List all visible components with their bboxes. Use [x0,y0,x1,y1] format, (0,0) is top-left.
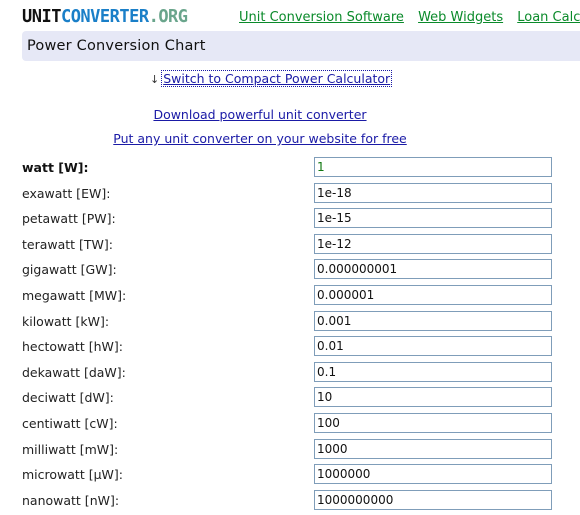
unit-label: milliwatt [mW]: [22,441,119,457]
unit-value-input[interactable] [314,412,552,433]
unit-row: exawatt [EW]: [0,182,580,209]
logo-converter: CONVERTER [60,6,149,28]
unit-value-input[interactable] [314,208,552,229]
unit-row: microwatt [µW]: [0,464,580,490]
unit-value-input[interactable] [314,438,552,459]
unit-value-input[interactable] [314,489,552,510]
unit-value-input[interactable] [314,387,552,408]
unit-label: watt [W]: [22,160,89,175]
unit-value-input[interactable] [314,310,552,331]
unit-value-input[interactable] [314,336,552,357]
logo-org: .ORG [148,6,188,28]
unit-row: terawatt [TW]: [0,233,580,260]
unit-row: milliwatt [mW]: [0,438,580,465]
top-nav: Unit Conversion Software Web Widgets Loa… [239,10,580,25]
unit-row: megawatt [MW]: [0,284,580,311]
down-arrow-icon: ↓ [150,73,160,86]
unit-label: nanowatt [nW]: [22,492,120,508]
unit-row: nanowatt [nW]: [0,489,580,515]
title-band: Power Conversion Chart [22,31,580,61]
download-link-row: Download powerful unit converter [0,107,520,122]
unit-row: dekawatt [daW]: [0,361,580,388]
unit-value-input[interactable] [314,284,552,305]
unit-label: terawatt [TW]: [22,236,114,252]
unit-label: megawatt [MW]: [22,287,127,303]
unit-label: hectowatt [hW]: [22,339,123,355]
site-logo[interactable]: UNITCONVERTER.ORG [22,8,188,27]
unit-label: centiwatt [cW]: [22,415,118,431]
unit-row: deciwatt [dW]: [0,387,580,413]
unit-label: deciwatt [dW]: [22,390,114,406]
unit-value-input[interactable] [314,182,552,203]
unit-label: gigawatt [GW]: [22,262,117,278]
unit-row: petawatt [PW]: [0,208,580,234]
page-title: Power Conversion Chart [27,38,206,54]
switch-calculator-row: ↓ Switch to Compact Power Calculator [150,70,393,87]
unit-row: gigawatt [GW]: [0,259,580,285]
switch-compact-calculator-link[interactable]: Switch to Compact Power Calculator [161,70,393,87]
unit-row: hectowatt [hW]: [0,336,580,362]
unit-label: exawatt [EW]: [22,185,111,201]
widget-link-row: Put any unit converter on your website f… [0,131,520,146]
conversion-table: watt [W]: exawatt [EW]: petawatt [PW]: tera… [0,157,580,515]
unit-value-input[interactable] [314,361,552,382]
nav-link-unit-conversion-software[interactable]: Unit Conversion Software [239,10,404,25]
unit-value-input[interactable] [314,157,552,177]
unit-label: petawatt [PW]: [22,211,116,227]
nav-link-web-widgets[interactable]: Web Widgets [418,10,503,25]
logo-unit: UNIT [22,6,61,28]
download-converter-link[interactable]: Download powerful unit converter [153,107,366,122]
unit-value-input[interactable] [314,464,552,485]
unit-label: microwatt [µW]: [22,467,123,483]
unit-row: watt [W]: [0,157,580,183]
unit-value-input[interactable] [314,259,552,280]
unit-label: kilowatt [kW]: [22,313,110,329]
unit-value-input[interactable] [314,233,552,254]
unit-label: dekawatt [daW]: [22,364,126,380]
nav-link-loan-calculator[interactable]: Loan Calcu [517,10,580,25]
unit-row: kilowatt [kW]: [0,310,580,337]
website-widget-link[interactable]: Put any unit converter on your website f… [113,131,406,146]
unit-row: centiwatt [cW]: [0,412,580,439]
